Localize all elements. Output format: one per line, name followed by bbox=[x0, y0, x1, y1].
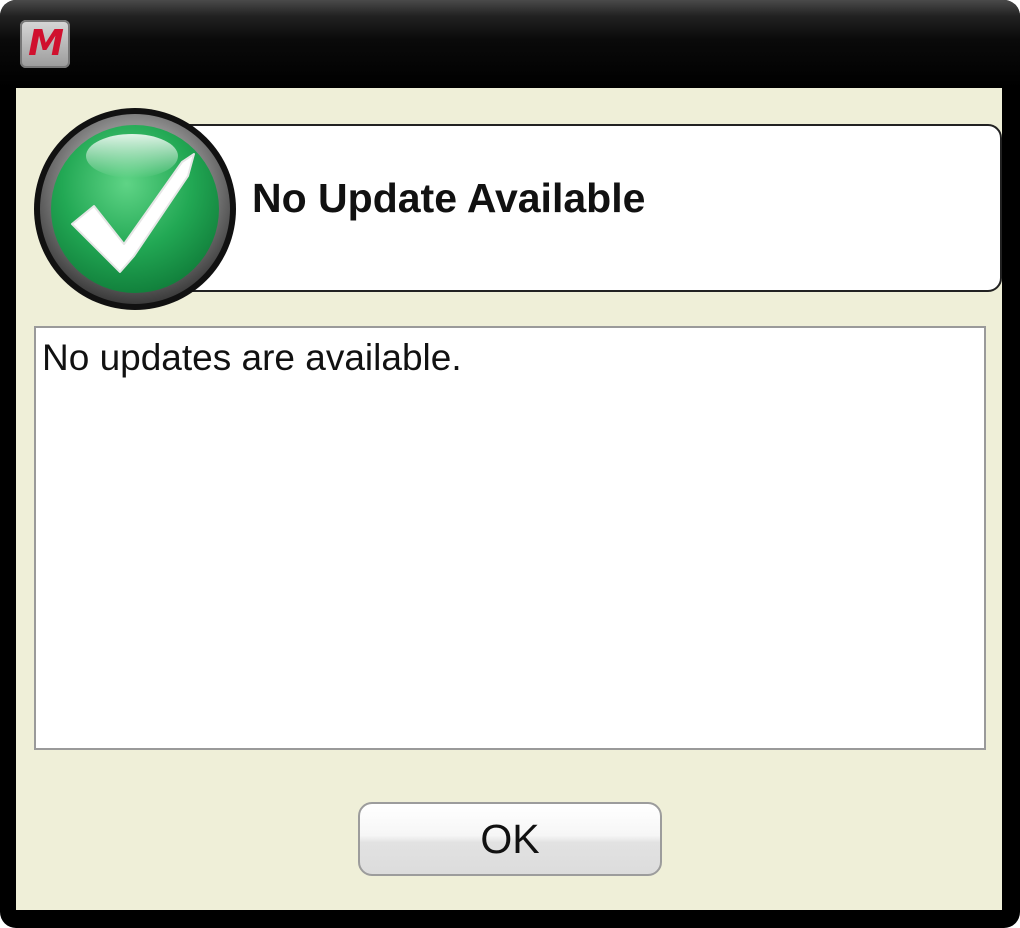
mcafee-m-icon[interactable]: M bbox=[20, 20, 70, 68]
app-icon-letter: M bbox=[28, 23, 64, 64]
dialog-client-area: No Update Available No updates are avail… bbox=[16, 88, 1002, 910]
message-area: No updates are available. bbox=[34, 326, 986, 750]
title-bar[interactable]: M bbox=[0, 0, 1020, 88]
dialog-title: No Update Available bbox=[252, 175, 646, 221]
message-text: No updates are available. bbox=[42, 337, 462, 378]
ok-button[interactable]: OK bbox=[358, 802, 662, 876]
dialog-window: M No Update Available No updates are ava… bbox=[0, 0, 1020, 928]
green-checkmark-icon bbox=[34, 108, 236, 310]
